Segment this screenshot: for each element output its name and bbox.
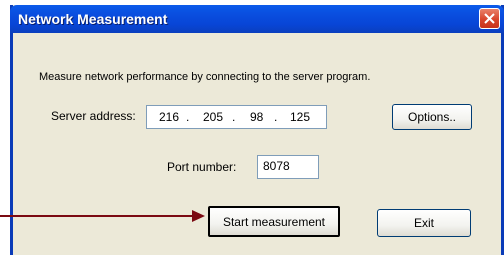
ip-separator: . bbox=[232, 110, 236, 124]
ip-octet-3: 98 bbox=[250, 110, 264, 124]
close-button[interactable] bbox=[479, 8, 500, 29]
exit-button[interactable]: Exit bbox=[377, 209, 471, 237]
ip-separator: . bbox=[274, 110, 278, 124]
pointer-arrow bbox=[0, 210, 205, 222]
port-number-input[interactable]: 8078 bbox=[257, 155, 319, 179]
arrow-head bbox=[192, 210, 205, 222]
options-button[interactable]: Options.. bbox=[392, 104, 472, 130]
start-measurement-button[interactable]: Start measurement bbox=[208, 206, 340, 237]
ip-octet-4: 125 bbox=[290, 110, 311, 124]
close-icon bbox=[484, 13, 495, 24]
